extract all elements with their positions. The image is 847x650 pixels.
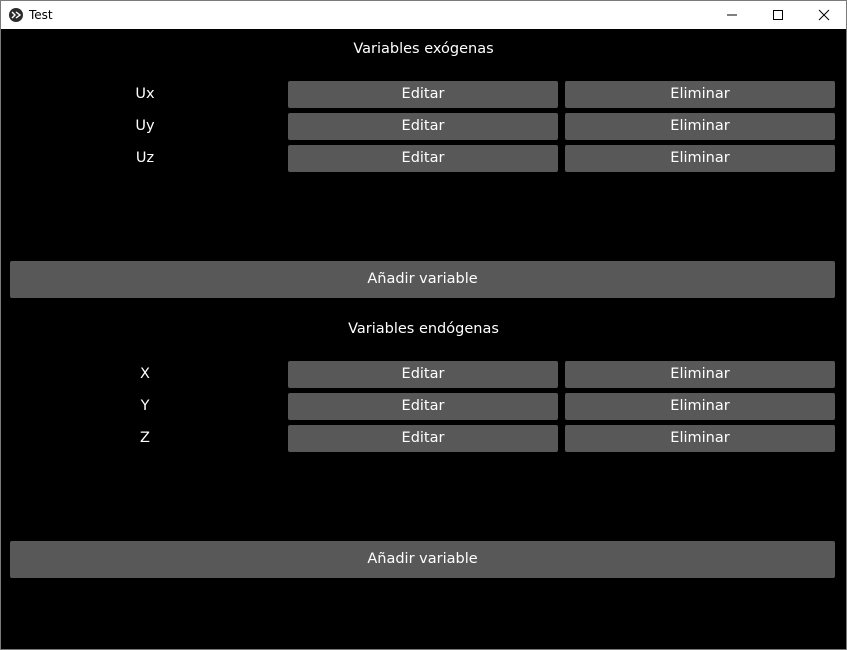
exogenous-variable-label: Uz: [135, 150, 155, 166]
delete-button[interactable]: Eliminar: [565, 425, 835, 452]
exogenous-variable-label: Uy: [135, 118, 155, 134]
edit-button[interactable]: Editar: [288, 145, 558, 172]
minimize-button[interactable]: [709, 1, 755, 29]
edit-button[interactable]: Editar: [288, 113, 558, 140]
close-button[interactable]: [801, 1, 847, 29]
delete-button[interactable]: Eliminar: [565, 361, 835, 388]
close-icon: [818, 9, 830, 21]
title-bar[interactable]: Test: [1, 1, 846, 29]
delete-button[interactable]: Eliminar: [565, 81, 835, 108]
add-exogenous-variable-button[interactable]: Añadir variable: [10, 261, 835, 298]
exogenous-section-title: Variables exógenas: [353, 41, 494, 57]
add-endogenous-variable-button[interactable]: Añadir variable: [10, 541, 835, 578]
endogenous-variable-label: Y: [140, 398, 150, 414]
delete-button[interactable]: Eliminar: [565, 393, 835, 420]
endogenous-variable-label: X: [140, 366, 150, 382]
endogenous-section-title: Variables endógenas: [348, 321, 499, 337]
minimize-icon: [727, 14, 737, 16]
app-window: Test Variables exógenas Ux Editar Elimin…: [0, 0, 847, 650]
edit-button[interactable]: Editar: [288, 361, 558, 388]
edit-button[interactable]: Editar: [288, 81, 558, 108]
endogenous-variable-label: Z: [140, 430, 150, 446]
maximize-icon: [773, 10, 783, 20]
delete-button[interactable]: Eliminar: [565, 113, 835, 140]
exogenous-variable-label: Ux: [135, 86, 155, 102]
main-content: Variables exógenas Ux Editar Eliminar Uy…: [1, 29, 846, 649]
kivy-logo-icon: [9, 8, 23, 22]
edit-button[interactable]: Editar: [288, 393, 558, 420]
edit-button[interactable]: Editar: [288, 425, 558, 452]
delete-button[interactable]: Eliminar: [565, 145, 835, 172]
maximize-button[interactable]: [755, 1, 801, 29]
window-title: Test: [29, 8, 53, 22]
